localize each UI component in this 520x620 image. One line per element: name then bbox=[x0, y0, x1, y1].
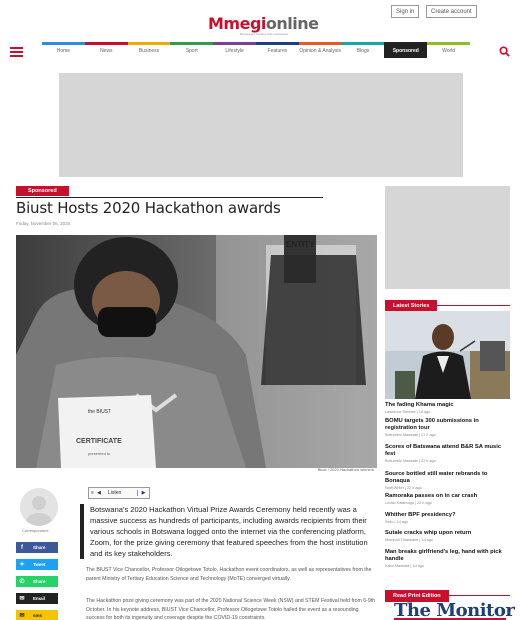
top-ad-banner[interactable] bbox=[59, 73, 463, 177]
play-icon[interactable]: ▶ bbox=[137, 490, 149, 496]
article-paragraph: The Hackathon prize giving ceremony was … bbox=[86, 598, 376, 620]
logo-part-2: online bbox=[265, 14, 319, 33]
nav-item-opinion-analysis[interactable]: Opinion & Analysis bbox=[299, 45, 342, 58]
speaker-icon: ◀ bbox=[97, 490, 101, 496]
category-tag[interactable]: Sponsored bbox=[16, 186, 69, 196]
article-paragraph: The BIUST Vice Chancellor, Professor Otl… bbox=[86, 567, 372, 582]
latest-story-item[interactable]: Source bottled still water rebrands to B… bbox=[385, 471, 510, 490]
share-facebook-button[interactable]: f Share bbox=[16, 542, 58, 553]
photo-caption: Biust / 2020 Hackathon winners bbox=[317, 467, 374, 472]
nav-item-news[interactable]: News bbox=[85, 45, 128, 58]
site-tagline: Botswana's leading daily newspaper bbox=[240, 32, 289, 36]
share-sms-button[interactable]: ✉ sms bbox=[16, 610, 58, 620]
story-headline[interactable]: Whither BPF presidency? bbox=[385, 512, 510, 519]
facebook-icon: f bbox=[21, 544, 23, 551]
share-whatsapp-button[interactable]: ✆ Share bbox=[16, 576, 58, 587]
site-logo[interactable]: Mmegionline bbox=[208, 14, 319, 33]
article-title: Biust Hosts 2020 Hackathon awards bbox=[16, 199, 281, 217]
nav-item-features[interactable]: Features bbox=[256, 45, 299, 58]
story-meta: Lawrence Seretse | 1d ago bbox=[385, 410, 431, 414]
twitter-icon: ✦ bbox=[19, 562, 25, 568]
story-meta: Staff Writer | 22 h ago bbox=[385, 486, 422, 490]
certificate-text: CERTIFICATE bbox=[76, 438, 122, 445]
story-meta: Kabo Mashala | 1d ago bbox=[385, 564, 424, 568]
search-icon[interactable] bbox=[499, 46, 510, 57]
listen-label: Listen bbox=[108, 490, 122, 496]
logo-part-1: Mmegi bbox=[208, 14, 266, 33]
story-headline[interactable]: BOMU targets 300 submissions in registra… bbox=[385, 418, 510, 432]
sign-in-button[interactable]: Sign in bbox=[391, 5, 420, 18]
whatsapp-icon: ✆ bbox=[19, 579, 25, 585]
email-icon: ✉ bbox=[19, 596, 25, 602]
sidebar-ad-banner[interactable] bbox=[385, 186, 510, 289]
sms-icon: ✉ bbox=[19, 613, 25, 619]
share-email-button[interactable]: ✉ Email bbox=[16, 593, 58, 604]
article-date: Friday, November 06, 2020 bbox=[16, 221, 71, 226]
latest-story-item[interactable]: Scores of Batswana attend B&R SA music f… bbox=[385, 444, 510, 463]
latest-stories-header: Latest Stories bbox=[385, 294, 510, 312]
nav-item-sport[interactable]: Sport bbox=[170, 45, 213, 58]
nav-item-world[interactable]: World bbox=[427, 45, 470, 58]
story-headline[interactable]: Source bottled still water rebrands to B… bbox=[385, 471, 510, 485]
latest-story-item[interactable]: The fading Khama magic Lawrence Seretse |… bbox=[385, 402, 510, 414]
nav-item-business[interactable]: Business bbox=[128, 45, 171, 58]
latest-story-item[interactable]: Whither BPF presidency? Sello | 1d ago bbox=[385, 512, 510, 524]
latest-story-photo[interactable] bbox=[385, 311, 510, 399]
avatar-placeholder-icon bbox=[26, 496, 52, 526]
story-meta: Lorato Kalamogu | 22 h ago bbox=[385, 501, 432, 505]
nav-item-sponsored[interactable]: Sponsored bbox=[384, 45, 428, 58]
story-meta: Boitumelo Maswabi | 21 h ago bbox=[385, 433, 436, 437]
nav-item-blogs[interactable]: Blogs bbox=[342, 45, 385, 58]
certificate-subtext: presented to bbox=[88, 451, 111, 456]
nav-item-home[interactable]: Home bbox=[42, 45, 85, 58]
share-twitter-button[interactable]: ✦ Tweet bbox=[16, 559, 58, 570]
listen-player[interactable]: ≡ ◀ Listen ▶ bbox=[88, 487, 150, 499]
certificate-logo-text: the BIUST bbox=[88, 409, 111, 415]
story-headline[interactable]: The fading Khama magic bbox=[385, 402, 510, 409]
article-photo: CERTIFICATE presented to the BIUST ENTIT… bbox=[16, 235, 377, 468]
story-photo-illustration bbox=[385, 311, 510, 399]
the-monitor-logo[interactable]: The Monitor bbox=[394, 600, 515, 620]
story-meta: Sello | 1d ago bbox=[385, 520, 409, 524]
story-headline[interactable]: Scores of Batswana attend B&R SA music f… bbox=[385, 444, 510, 458]
author-avatar bbox=[20, 488, 58, 526]
author-name: Correspondent bbox=[22, 528, 49, 533]
menu-icon[interactable] bbox=[10, 47, 23, 57]
tag-divider bbox=[16, 197, 323, 198]
latest-story-item[interactable]: BOMU targets 300 submissions in registra… bbox=[385, 418, 510, 437]
latest-story-item[interactable]: Sutale cracks whip upon return Mompati Tl… bbox=[385, 530, 510, 542]
main-nav: Home News Business Sport Lifestyle Features Op… bbox=[42, 45, 470, 58]
story-headline[interactable]: Man breaks girlfriend’s leg, hand with p… bbox=[385, 549, 510, 563]
print-edition-header: Read Print Edition bbox=[385, 584, 510, 602]
menu-bars-icon[interactable]: ≡ bbox=[89, 490, 97, 496]
nav-item-lifestyle[interactable]: Lifestyle bbox=[213, 45, 256, 58]
story-meta: Mompati Tlhankane | 1d ago bbox=[385, 538, 433, 542]
article-photo-illustration: CERTIFICATE presented to the BIUST ENTIT… bbox=[16, 235, 377, 468]
create-account-button[interactable]: Create account bbox=[426, 5, 477, 18]
article-lead: Botswana’s 2020 Hackathon Virtual Prize … bbox=[80, 504, 378, 559]
story-headline[interactable]: Ramoraka passes on in car crash bbox=[385, 493, 510, 500]
shirt-text: ENTITY bbox=[286, 240, 315, 249]
latest-story-item[interactable]: Ramoraka passes on in car crash Lorato Ka… bbox=[385, 493, 510, 505]
latest-story-item[interactable]: Man breaks girlfriend’s leg, hand with p… bbox=[385, 549, 510, 568]
story-meta: Boitumelo Maswabi | 22 h ago bbox=[385, 459, 436, 463]
story-headline[interactable]: Sutale cracks whip upon return bbox=[385, 530, 510, 537]
